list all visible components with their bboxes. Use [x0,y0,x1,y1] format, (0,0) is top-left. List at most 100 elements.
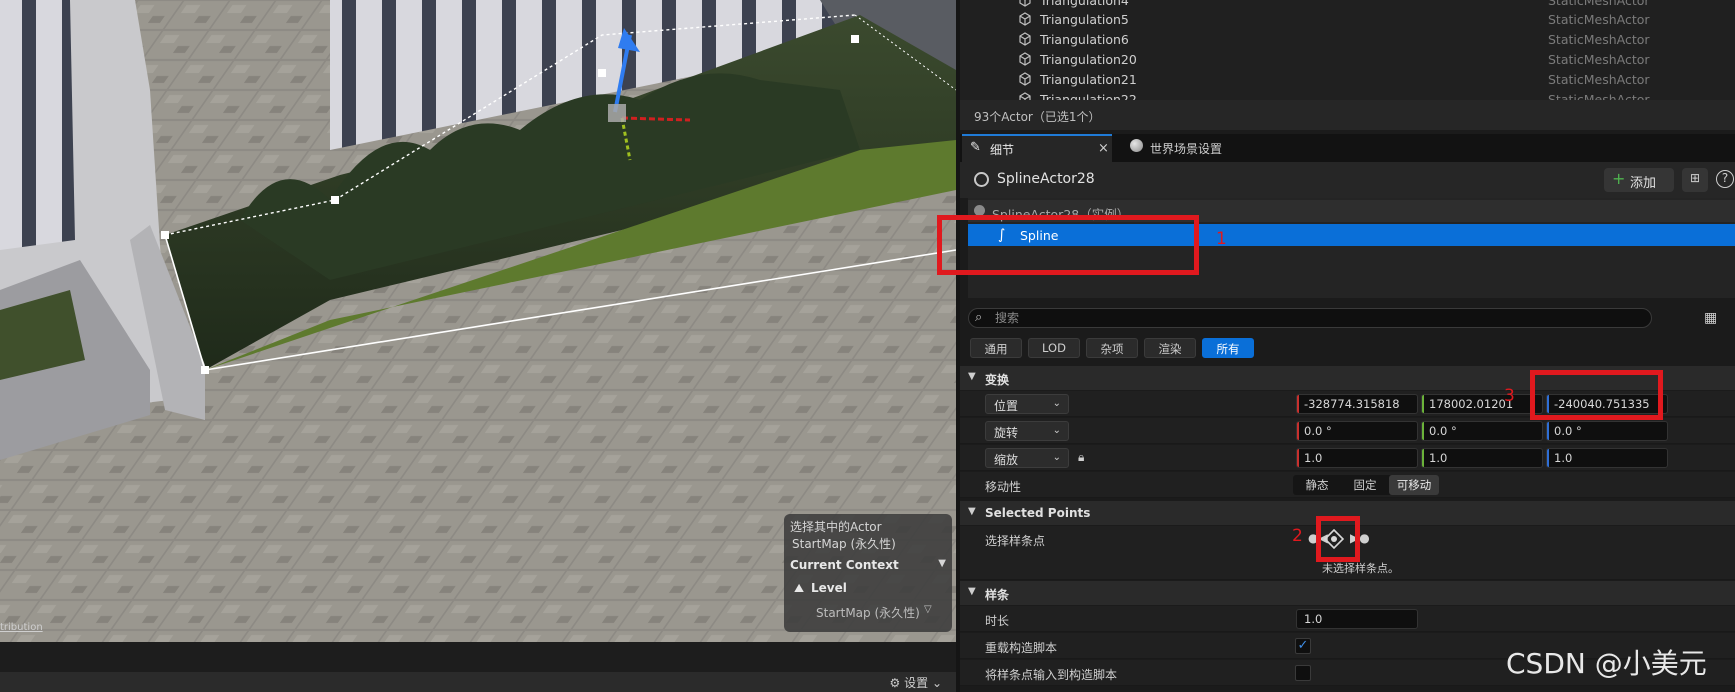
actor-type: StaticMeshActor [1548,32,1650,47]
section-spline-title: 样条 [985,588,1010,602]
collapse-arrow-icon: ▼ [968,506,976,517]
no-points-selected-message: 未选择样条点。 [1322,562,1399,575]
tab-details[interactable]: ✎ 细节 × [962,134,1112,162]
mobility-static[interactable]: 静态 [1293,475,1341,495]
scale-y-field[interactable]: 1.0 [1421,448,1543,468]
static-mesh-icon [1019,12,1031,26]
current-context-title: Current Context [790,558,899,572]
panel-tab-bar: ✎ 细节 × 世界场景设置 [960,134,1735,162]
blueprint-icon[interactable]: ⊞ [1682,168,1708,192]
location-x-field[interactable]: -328774.315818 [1296,394,1418,414]
static-mesh-icon [1019,0,1031,7]
chevron-down-icon[interactable]: ▼ [938,558,946,569]
settings-button[interactable]: ⚙ 设置 ⌄ [890,674,942,691]
list-item[interactable]: Triangulation22 StaticMeshActor [960,90,1735,100]
current-context-panel: 选择其中的Actor StartMap (永久性) Current Contex… [784,514,952,632]
annotation-number-1: 1 [1216,229,1227,249]
help-icon[interactable]: ? [1716,170,1734,188]
actor-type: StaticMeshActor [1548,92,1650,100]
rotation-z-field[interactable]: 0.0 ° [1546,421,1668,441]
context-hint: 选择其中的Actor [790,520,882,534]
mobility-label: 移动性 [985,480,1022,494]
section-spline[interactable]: ▼ 样条 [960,581,1735,605]
property-scale-row: 缩放 ⌄ 🔒︎ 1.0 1.0 1.0 [960,445,1735,471]
property-matrix-icon[interactable]: ▦ [1704,310,1717,326]
map-selector[interactable]: StartMap (永久性) [816,604,920,621]
status-strip [0,672,956,692]
scale-mode-dropdown[interactable]: 缩放 ⌄ [985,448,1069,468]
lock-icon[interactable]: 🔒︎ [1078,450,1084,465]
actor-type: StaticMeshActor [1548,72,1650,87]
section-selected-points-title: Selected Points [985,506,1091,520]
rerun-construction-checkbox[interactable]: ✓ [1295,638,1311,654]
actor-count-status: 93个Actor（已选1个） [960,100,1735,130]
property-duration-row: 时长 1.0 [960,606,1735,632]
watermark: CSDN @小美元 [1506,647,1707,680]
add-component-label: 添加 [1630,176,1657,191]
collapse-arrow-icon: ▼ [968,371,976,382]
mobility-stationary[interactable]: 固定 [1341,475,1389,495]
right-panel: Triangulation4 StaticMeshActor Triangula… [960,0,1735,692]
list-item[interactable]: Triangulation21 StaticMeshActor [960,70,1735,90]
list-item[interactable]: Triangulation5 StaticMeshActor [960,10,1735,30]
input-points-checkbox[interactable] [1295,665,1311,681]
annotation-number-2: 2 [1292,526,1303,546]
actor-name-title[interactable]: SplineActor28 [997,171,1095,187]
filter-lod[interactable]: LOD [1028,338,1080,358]
attribution-link[interactable]: tribution [0,622,43,633]
context-map: StartMap (永久性) [792,537,896,551]
actor-type: StaticMeshActor [1548,12,1650,27]
rerun-construction-label: 重载构造脚本 [985,641,1058,655]
actor-type: StaticMeshActor [1548,0,1650,8]
search-input[interactable] [995,310,1635,326]
tab-world-settings[interactable]: 世界场景设置 [1126,134,1286,162]
globe-icon [1130,139,1143,152]
annotation-box-3 [1530,370,1663,420]
outliner-list[interactable]: Triangulation4 StaticMeshActor Triangula… [960,0,1735,100]
rotation-x-field[interactable]: 0.0 ° [1296,421,1418,441]
rotation-mode-dropdown[interactable]: 旋转 ⌄ [985,421,1069,441]
actor-name: Triangulation6 [1040,32,1129,47]
filter-all[interactable]: 所有 [1202,338,1254,358]
level-label[interactable]: Level [811,581,847,595]
annotation-number-3: 3 [1504,386,1515,406]
actor-name: Triangulation20 [1040,52,1137,67]
chevron-down-icon[interactable]: ▽ [924,604,932,615]
add-component-button[interactable]: + 添加 [1604,168,1674,192]
annotation-box-2 [1316,516,1360,562]
filter-misc[interactable]: 杂项 [1086,338,1138,358]
property-rotation-row: 旋转 ⌄ 0.0 ° 0.0 ° 0.0 ° [960,418,1735,444]
actor-name: Triangulation5 [1040,12,1129,27]
list-item[interactable]: Triangulation6 StaticMeshActor [960,30,1735,50]
details-search[interactable]: ⌕ [968,308,1652,328]
filter-render[interactable]: 渲染 [1144,338,1196,358]
actor-name: Triangulation21 [1040,72,1137,87]
rotation-y-field[interactable]: 0.0 ° [1421,421,1543,441]
filter-general[interactable]: 通用 [970,338,1022,358]
actor-name: Triangulation4 [1040,0,1129,8]
select-points-label: 选择样条点 [985,534,1046,548]
level-icon: ⛰ [794,581,805,595]
collapse-arrow-icon: ▼ [968,586,976,597]
location-label: 位置 [994,399,1019,413]
actor-name: Triangulation22 [1040,92,1137,100]
list-item[interactable]: Triangulation20 StaticMeshActor [960,50,1735,70]
static-mesh-icon [1019,52,1031,66]
bottom-bar: ⚙ 设置 ⌄ [0,642,956,692]
plus-icon: + [1612,169,1626,188]
tab-world-settings-label: 世界场景设置 [1150,142,1223,156]
close-icon[interactable]: × [1098,141,1109,156]
details-actor-header: SplineActor28 + 添加 ⊞ ? [960,162,1735,198]
duration-field[interactable]: 1.0 [1296,609,1418,629]
mobility-movable[interactable]: 可移动 [1389,475,1439,495]
section-transform-title: 变换 [985,373,1010,387]
scale-x-field[interactable]: 1.0 [1296,448,1418,468]
location-mode-dropdown[interactable]: 位置 ⌄ [985,394,1069,414]
duration-label: 时长 [985,614,1010,628]
level-viewport[interactable]: 选择其中的Actor StartMap (永久性) Current Contex… [0,0,956,642]
location-y-field[interactable]: 178002.01201 [1421,394,1543,414]
chevron-down-icon: ⌄ [1052,398,1061,409]
scale-z-field[interactable]: 1.0 [1546,448,1668,468]
static-mesh-icon [1019,72,1031,86]
property-mobility-row: 移动性 静态 固定 可移动 [960,472,1735,498]
